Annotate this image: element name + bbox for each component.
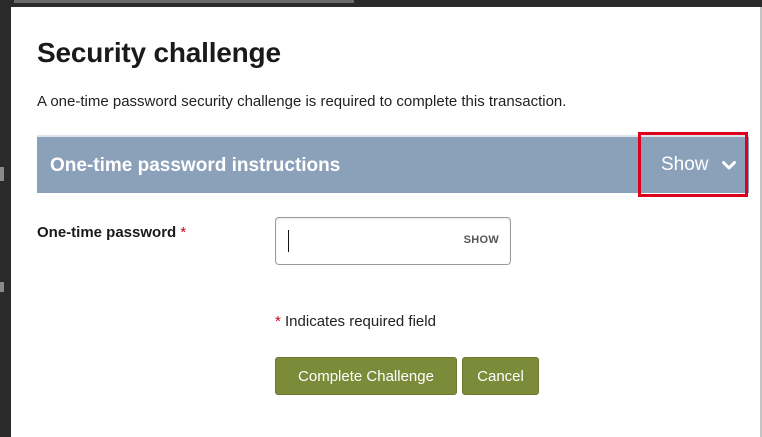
otp-instructions-panel-header: One-time password instructions Show <box>37 132 749 197</box>
show-instructions-label: Show <box>661 154 709 175</box>
show-instructions-toggle[interactable]: Show <box>638 132 748 197</box>
dialog-subtitle: A one-time password security challenge i… <box>37 93 567 110</box>
complete-challenge-button[interactable]: Complete Challenge <box>275 357 457 395</box>
text-caret <box>288 230 289 252</box>
otp-label-text: One-time password <box>37 224 177 241</box>
security-challenge-dialog: Security challenge A one-time password s… <box>11 7 760 437</box>
otp-field-label: One-time password * <box>37 224 186 241</box>
otp-input[interactable] <box>284 228 444 254</box>
cancel-button[interactable]: Cancel <box>462 357 539 395</box>
required-note-text: Indicates required field <box>285 313 436 330</box>
otp-input-container: SHOW <box>275 217 511 265</box>
required-note-asterisk: * <box>275 313 281 330</box>
show-password-button[interactable]: SHOW <box>464 234 499 246</box>
background-window-strip <box>0 0 762 7</box>
required-asterisk: * <box>180 224 187 241</box>
background-window-edge <box>0 7 11 437</box>
screen: Security challenge A one-time password s… <box>0 0 762 437</box>
chevron-down-icon <box>722 161 736 170</box>
required-field-note: * Indicates required field <box>275 313 436 330</box>
dialog-title: Security challenge <box>37 37 281 68</box>
otp-instructions-title: One-time password instructions <box>50 155 341 176</box>
